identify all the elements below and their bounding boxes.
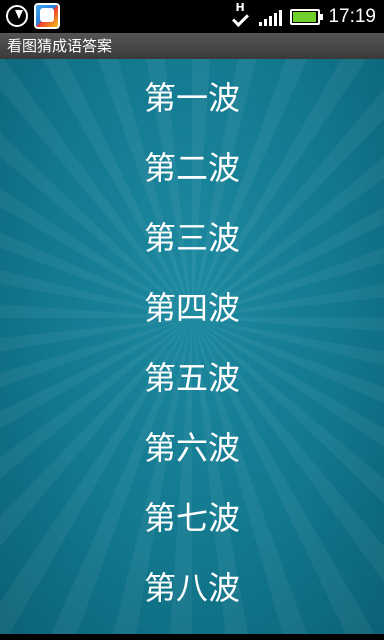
signal-icon bbox=[259, 8, 283, 26]
app-title: 看图猜成语答案 bbox=[7, 37, 113, 55]
status-bar: H 17:19 bbox=[0, 0, 384, 33]
app-title-bar: 看图猜成语答案 bbox=[0, 33, 384, 59]
wave-item-5[interactable]: 第五波 bbox=[0, 341, 384, 411]
battery-icon bbox=[290, 9, 324, 25]
wave-list: 第一波 第二波 第三波 第四波 第五波 第六波 第七波 第八波 bbox=[0, 61, 384, 621]
status-clock: 17:19 bbox=[328, 6, 376, 27]
wave-item-8[interactable]: 第八波 bbox=[0, 551, 384, 621]
screen: H 17:19 看图猜成语答案 第一波 第二波 第三波 第四波 第五波 第六波 … bbox=[0, 0, 384, 640]
wave-item-3[interactable]: 第三波 bbox=[0, 201, 384, 271]
download-icon bbox=[6, 5, 28, 27]
wave-item-1[interactable]: 第一波 bbox=[0, 61, 384, 131]
wave-item-4[interactable]: 第四波 bbox=[0, 271, 384, 341]
bottom-edge bbox=[0, 634, 384, 640]
status-bar-system: H 17:19 bbox=[231, 1, 376, 32]
wave-item-2[interactable]: 第二波 bbox=[0, 131, 384, 201]
status-bar-notifications bbox=[6, 3, 60, 29]
app-notification-icon bbox=[34, 3, 60, 29]
wave-list-container: 第一波 第二波 第三波 第四波 第五波 第六波 第七波 第八波 bbox=[0, 59, 384, 634]
wave-item-6[interactable]: 第六波 bbox=[0, 411, 384, 481]
network-icon: H bbox=[231, 1, 251, 31]
wave-item-7[interactable]: 第七波 bbox=[0, 481, 384, 551]
